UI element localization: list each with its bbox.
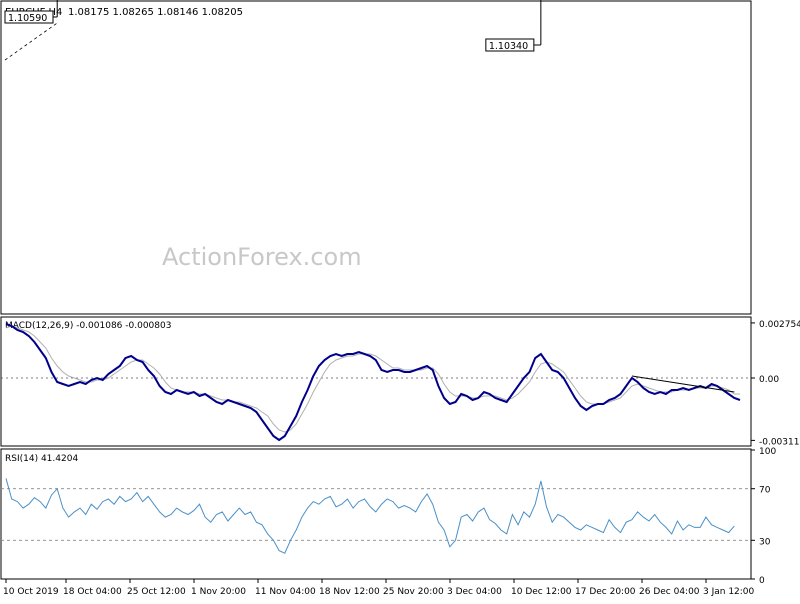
x-tick-label: 10 Dec 12:00 [511,587,572,597]
x-tick-label: 25 Nov 20:00 [383,587,444,597]
rsi-tick-label: 70 [759,486,771,496]
x-tick-label: 17 Dec 20:00 [575,587,636,597]
watermark: ActionForex.com [162,243,362,271]
chart-root: ActionForex.com EURCHF,H4 1.08175 1.0826… [0,0,800,600]
macd-tick-label: 0.002754 [759,320,800,330]
x-tick-label: 3 Jan 12:00 [703,587,755,597]
annotation-label: 1.10340 [489,41,528,52]
macd-tick-label: 0.00 [759,375,779,385]
x-tick-label: 1 Nov 20:00 [191,587,246,597]
rsi-tick-label: 30 [759,537,771,547]
x-tick-label: 11 Nov 04:00 [255,587,316,597]
x-tick-label: 26 Dec 04:00 [639,587,700,597]
rsi-tick-label: 100 [759,447,776,457]
chart-background [0,0,800,600]
x-tick-label: 10 Oct 2019 [3,587,59,597]
rsi-label: RSI(14) 41.4204 [5,454,78,464]
chart-svg: ActionForex.com EURCHF,H4 1.08175 1.0826… [0,0,800,600]
macd-label: MACD(12,26,9) -0.001086 -0.000803 [5,321,171,331]
macd-tick-label: -0.003119 [759,437,800,447]
rsi-tick-label: 0 [759,576,765,586]
x-tick-label: 18 Nov 12:00 [319,587,380,597]
x-tick-label: 3 Dec 04:00 [447,587,502,597]
x-tick-label: 25 Oct 12:00 [127,587,186,597]
ohlc-label: 1.08175 1.08265 1.08146 1.08205 [68,7,243,18]
x-tick-label: 18 Oct 04:00 [63,587,122,597]
annotation-label: 1.10590 [8,13,47,24]
